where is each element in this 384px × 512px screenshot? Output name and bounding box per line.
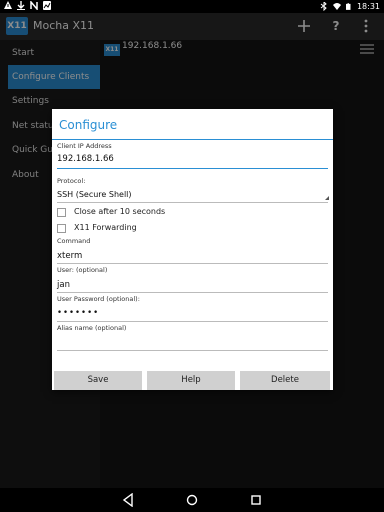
protocol-label: Protocol:: [57, 177, 86, 185]
help-dialog-button[interactable]: Help: [147, 371, 235, 390]
password-field[interactable]: •••••••: [57, 308, 99, 318]
close-after-checkbox[interactable]: [57, 208, 66, 217]
protocol-underline: [57, 202, 328, 203]
configure-dialog: Configure Client IP Address 192.168.1.66…: [52, 109, 333, 390]
command-label: Command: [57, 237, 91, 245]
n-icon: [30, 1, 38, 10]
command-field[interactable]: xterm: [57, 251, 82, 261]
close-after-label: Close after 10 seconds: [74, 207, 166, 216]
download-icon: [17, 1, 25, 10]
x11-forwarding-checkbox[interactable]: [57, 224, 66, 233]
spinner-arrow-icon: [325, 196, 329, 200]
user-field[interactable]: jan: [57, 280, 70, 290]
recents-icon[interactable]: [250, 493, 262, 507]
client-ip-underline: [57, 168, 328, 169]
user-label: User: (optional): [57, 266, 108, 274]
dialog-title: Configure: [59, 118, 118, 132]
client-ip-field[interactable]: 192.168.1.66: [57, 154, 114, 164]
chart-icon: [43, 1, 51, 10]
password-underline: [57, 321, 328, 322]
dialog-title-divider: [52, 139, 333, 140]
command-underline: [57, 263, 328, 264]
alias-label: Alias name (optional): [57, 324, 127, 332]
dialog-button-bar: Save Help Delete: [52, 369, 333, 390]
battery-icon: [345, 3, 351, 10]
user-underline: [57, 292, 328, 293]
protocol-spinner[interactable]: SSH (Secure Shell): [57, 190, 132, 199]
warning-icon: [4, 1, 12, 9]
delete-button[interactable]: Delete: [240, 371, 330, 390]
back-icon[interactable]: [122, 493, 134, 507]
client-ip-label: Client IP Address: [57, 142, 112, 150]
x11-forwarding-label: X11 Forwarding: [74, 223, 137, 232]
home-icon[interactable]: [186, 493, 198, 507]
wifi-icon: [332, 3, 341, 10]
password-label: User Password (optional):: [57, 295, 140, 303]
save-button[interactable]: Save: [54, 371, 142, 390]
bluetooth-icon: [320, 2, 327, 11]
alias-underline: [57, 350, 328, 351]
status-time: 18:31: [356, 2, 380, 11]
status-bar: 18:31: [0, 0, 384, 13]
navigation-bar: [0, 488, 384, 512]
